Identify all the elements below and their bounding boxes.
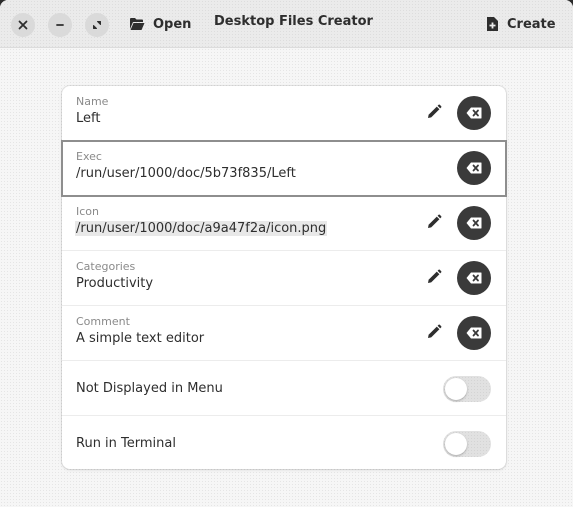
switch-label: Not Displayed in Menu: [76, 381, 223, 396]
open-button[interactable]: Open: [129, 10, 191, 38]
header-bar: Open Desktop Files Creator Create: [0, 0, 573, 48]
field-value[interactable]: Productivity: [76, 276, 153, 291]
edit-button[interactable]: [425, 103, 443, 121]
edit-button[interactable]: [425, 213, 443, 231]
field-label: Comment: [76, 315, 130, 328]
maximize-button[interactable]: [85, 13, 109, 37]
clear-button[interactable]: [457, 261, 491, 295]
pencil-icon: [428, 324, 442, 338]
open-button-label: Open: [153, 16, 192, 32]
document-new-icon: [487, 17, 498, 31]
no-display-toggle[interactable]: [443, 376, 491, 402]
field-label: Name: [76, 95, 109, 108]
backspace-icon: [466, 162, 482, 174]
toggle-knob: [445, 378, 467, 400]
pencil-icon: [428, 269, 442, 283]
backspace-icon: [466, 272, 482, 284]
field-value[interactable]: A simple text editor: [76, 331, 204, 346]
switch-row-no-display[interactable]: Not Displayed in Menu: [62, 361, 506, 416]
backspace-icon: [466, 107, 482, 119]
field-row-exec[interactable]: Exec /run/user/1000/doc/5b73f835/Left: [61, 140, 507, 197]
minimize-button[interactable]: [48, 13, 72, 37]
terminal-toggle[interactable]: [443, 431, 491, 457]
field-label: Icon: [76, 205, 99, 218]
entry-list: Name Left Exec /run/user/1000/doc/5b73f8…: [61, 86, 507, 471]
edit-button[interactable]: [425, 268, 443, 286]
close-button[interactable]: [11, 13, 35, 37]
field-row-icon[interactable]: Icon /run/user/1000/doc/a9a47f2a/icon.pn…: [62, 196, 506, 251]
clear-button[interactable]: [457, 151, 491, 185]
toggle-knob: [445, 433, 467, 455]
field-row-name[interactable]: Name Left: [62, 86, 506, 141]
switch-label: Run in Terminal: [76, 436, 176, 451]
minimize-icon: [56, 24, 64, 26]
clear-button[interactable]: [457, 96, 491, 130]
field-row-comment[interactable]: Comment A simple text editor: [62, 306, 506, 361]
backspace-icon: [466, 327, 482, 339]
create-button[interactable]: Create: [486, 10, 556, 38]
backspace-icon: [466, 217, 482, 229]
pencil-icon: [428, 104, 442, 118]
edit-button[interactable]: [425, 323, 443, 341]
clear-button[interactable]: [457, 206, 491, 240]
field-row-categories[interactable]: Categories Productivity: [62, 251, 506, 306]
field-value[interactable]: Left: [76, 111, 100, 126]
window-title: Desktop Files Creator: [214, 14, 373, 29]
field-label: Exec: [76, 150, 102, 163]
field-value[interactable]: /run/user/1000/doc/5b73f835/Left: [76, 166, 296, 181]
pencil-icon: [428, 214, 442, 228]
close-icon: [18, 20, 28, 30]
create-button-label: Create: [507, 16, 556, 32]
maximize-icon: [93, 21, 101, 29]
folder-open-icon: [130, 18, 145, 30]
clear-button[interactable]: [457, 316, 491, 350]
switch-row-terminal[interactable]: Run in Terminal: [62, 416, 506, 471]
field-label: Categories: [76, 260, 136, 273]
field-value[interactable]: /run/user/1000/doc/a9a47f2a/icon.png: [75, 221, 328, 236]
app-window: Open Desktop Files Creator Create Name L…: [0, 0, 573, 507]
